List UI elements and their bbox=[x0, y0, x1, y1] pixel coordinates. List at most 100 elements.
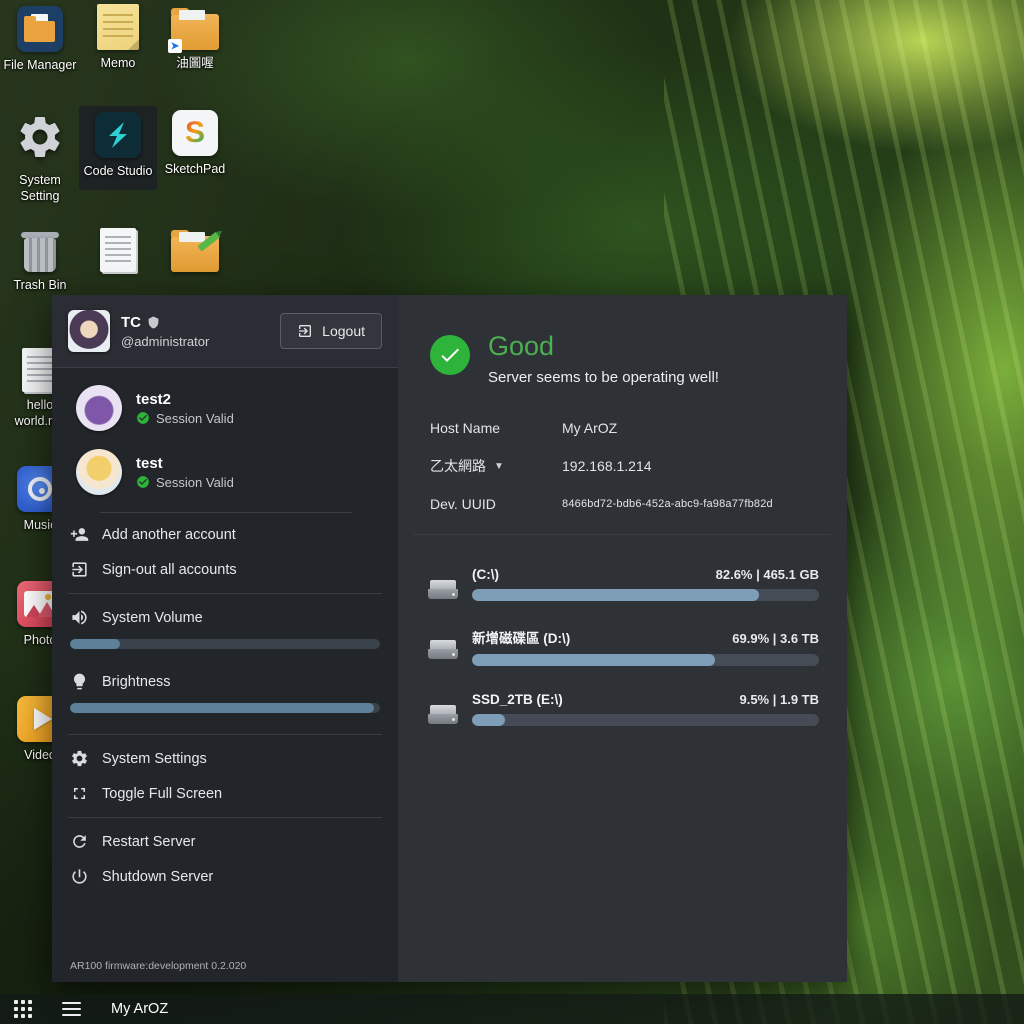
user-name: TC bbox=[121, 314, 141, 331]
gear-icon bbox=[70, 749, 89, 768]
host-name-label: Host Name bbox=[430, 420, 500, 436]
signout-all-item[interactable]: Sign-out all accounts bbox=[52, 552, 398, 587]
menu-label: System Volume bbox=[102, 610, 203, 626]
taskbar: My ArOZ bbox=[0, 994, 1024, 1024]
account-name: test bbox=[136, 455, 234, 472]
shutdown-server-item[interactable]: Shutdown Server bbox=[52, 859, 398, 894]
disk-row-e: SSD_2TB (E:\) 9.5% | 1.9 TB bbox=[426, 692, 819, 726]
menu-label: Restart Server bbox=[102, 834, 195, 850]
firmware-version: AR100 firmware:development 0.2.020 bbox=[52, 952, 398, 982]
session-status: Session Valid bbox=[156, 411, 234, 426]
uuid-value: 8466bd72-bdb6-452a-abc9-fa98a77fb82d bbox=[562, 498, 773, 510]
disk-usage-bar bbox=[472, 654, 819, 666]
system-settings-item[interactable]: System Settings bbox=[52, 741, 398, 776]
account-row-test[interactable]: test Session Valid bbox=[52, 440, 398, 504]
signout-icon bbox=[70, 560, 89, 579]
network-row: 乙太網路 ▼ 192.168.1.214 bbox=[430, 446, 815, 486]
logout-button[interactable]: Logout bbox=[280, 313, 382, 349]
desktop-icon-folder-edit[interactable] bbox=[156, 228, 234, 278]
drive-icon bbox=[428, 580, 458, 600]
menu-label: Shutdown Server bbox=[102, 869, 213, 885]
check-circle-icon bbox=[136, 475, 150, 489]
icon-label: System Setting bbox=[1, 173, 79, 204]
uuid-label: Dev. UUID bbox=[430, 496, 496, 512]
logout-icon bbox=[297, 323, 313, 339]
brightness-item: Brightness bbox=[52, 664, 398, 699]
disk-name: 新增磁碟區 (D:\) bbox=[472, 627, 570, 647]
disk-name: SSD_2TB (E:\) bbox=[472, 692, 563, 707]
toggle-fullscreen-item[interactable]: Toggle Full Screen bbox=[52, 776, 398, 811]
icon-label: 油圖喔 bbox=[176, 56, 214, 72]
user-status-panel: TC @administrator Logout test2 bbox=[52, 295, 847, 982]
desktop-icon-shared-folder[interactable]: ➤ 油圖喔 bbox=[156, 6, 234, 72]
check-circle-icon bbox=[136, 411, 150, 425]
status-title: Good bbox=[488, 331, 719, 362]
bulb-icon bbox=[70, 672, 89, 691]
restart-server-item[interactable]: Restart Server bbox=[52, 824, 398, 859]
icon-label: Code Studio bbox=[84, 164, 153, 180]
icon-label: Memo bbox=[101, 56, 136, 72]
icon-label: SketchPad bbox=[165, 162, 225, 178]
speaker-icon bbox=[70, 608, 89, 627]
menu-label: Brightness bbox=[102, 674, 171, 690]
file-manager-icon bbox=[17, 6, 63, 52]
disk-usage-fill bbox=[472, 589, 759, 601]
restart-icon bbox=[70, 832, 89, 851]
fullscreen-icon bbox=[70, 784, 89, 803]
desktop-icon-sketchpad[interactable]: S SketchPad bbox=[156, 110, 234, 178]
desktop-icon-file-manager[interactable]: File Manager bbox=[1, 6, 79, 74]
folder-edit-icon bbox=[171, 236, 219, 272]
brightness-slider-fill bbox=[70, 703, 374, 713]
disk-usage: 69.9% | 3.6 TB bbox=[732, 631, 819, 646]
taskbar-title: My ArOZ bbox=[111, 1001, 168, 1017]
desktop-icon-code-studio[interactable]: Code Studio bbox=[79, 106, 157, 190]
disk-usage: 82.6% | 465.1 GB bbox=[716, 567, 819, 582]
desktop-icon-system-setting[interactable]: System Setting bbox=[1, 112, 79, 204]
person-add-icon bbox=[70, 525, 89, 544]
session-status: Session Valid bbox=[156, 475, 234, 490]
volume-slider[interactable] bbox=[70, 639, 380, 649]
sketchpad-icon: S bbox=[172, 110, 218, 156]
account-row-test2[interactable]: test2 Session Valid bbox=[52, 376, 398, 440]
host-name-value: My ArOZ bbox=[562, 420, 617, 436]
disk-row-d: 新增磁碟區 (D:\) 69.9% | 3.6 TB bbox=[426, 627, 819, 666]
menu-label: Add another account bbox=[102, 527, 236, 543]
desktop-icon-trash-bin[interactable]: Trash Bin bbox=[1, 226, 79, 294]
code-studio-icon bbox=[95, 112, 141, 158]
icon-label: File Manager bbox=[4, 58, 77, 74]
menu-button[interactable] bbox=[62, 1002, 81, 1016]
account-avatar bbox=[76, 449, 122, 495]
shortcut-arrow-icon: ➤ bbox=[168, 39, 182, 53]
add-account-item[interactable]: Add another account bbox=[52, 517, 398, 552]
user-handle: @administrator bbox=[121, 334, 269, 349]
system-volume-item: System Volume bbox=[52, 600, 398, 635]
brightness-slider[interactable] bbox=[70, 703, 380, 713]
ip-address-value: 192.168.1.214 bbox=[562, 458, 652, 474]
menu-label: System Settings bbox=[102, 751, 207, 767]
host-name-row: Host Name My ArOZ bbox=[430, 410, 815, 446]
drive-icon bbox=[428, 705, 458, 725]
trash-icon bbox=[22, 232, 58, 272]
menu-label: Sign-out all accounts bbox=[102, 562, 237, 578]
disk-row-c: (C:\) 82.6% | 465.1 GB bbox=[426, 567, 819, 601]
gear-icon bbox=[15, 112, 65, 167]
network-select[interactable]: 乙太網路 ▼ bbox=[430, 456, 562, 476]
play-icon bbox=[34, 708, 52, 730]
app-grid-button[interactable] bbox=[14, 1000, 32, 1018]
chevron-down-icon: ▼ bbox=[494, 461, 504, 472]
disk-usage-bar bbox=[472, 714, 819, 726]
disk-usage-fill bbox=[472, 654, 715, 666]
desktop: File Manager Memo ➤ 油圖喔 System Setting C… bbox=[0, 0, 1024, 1024]
memo-icon bbox=[97, 4, 139, 50]
icon-label: Trash Bin bbox=[13, 278, 66, 294]
uuid-row: Dev. UUID 8466bd72-bdb6-452a-abc9-fa98a7… bbox=[430, 486, 815, 522]
drive-icon bbox=[428, 640, 458, 660]
user-avatar bbox=[68, 310, 110, 352]
desktop-icon-memo[interactable]: Memo bbox=[79, 4, 157, 72]
desktop-icon-documents[interactable] bbox=[79, 228, 157, 278]
user-menu: TC @administrator Logout test2 bbox=[52, 295, 398, 982]
power-icon bbox=[70, 867, 89, 886]
volume-slider-fill bbox=[70, 639, 120, 649]
server-status-panel: Good Server seems to be operating well! … bbox=[398, 295, 847, 982]
disk-name: (C:\) bbox=[472, 567, 499, 582]
